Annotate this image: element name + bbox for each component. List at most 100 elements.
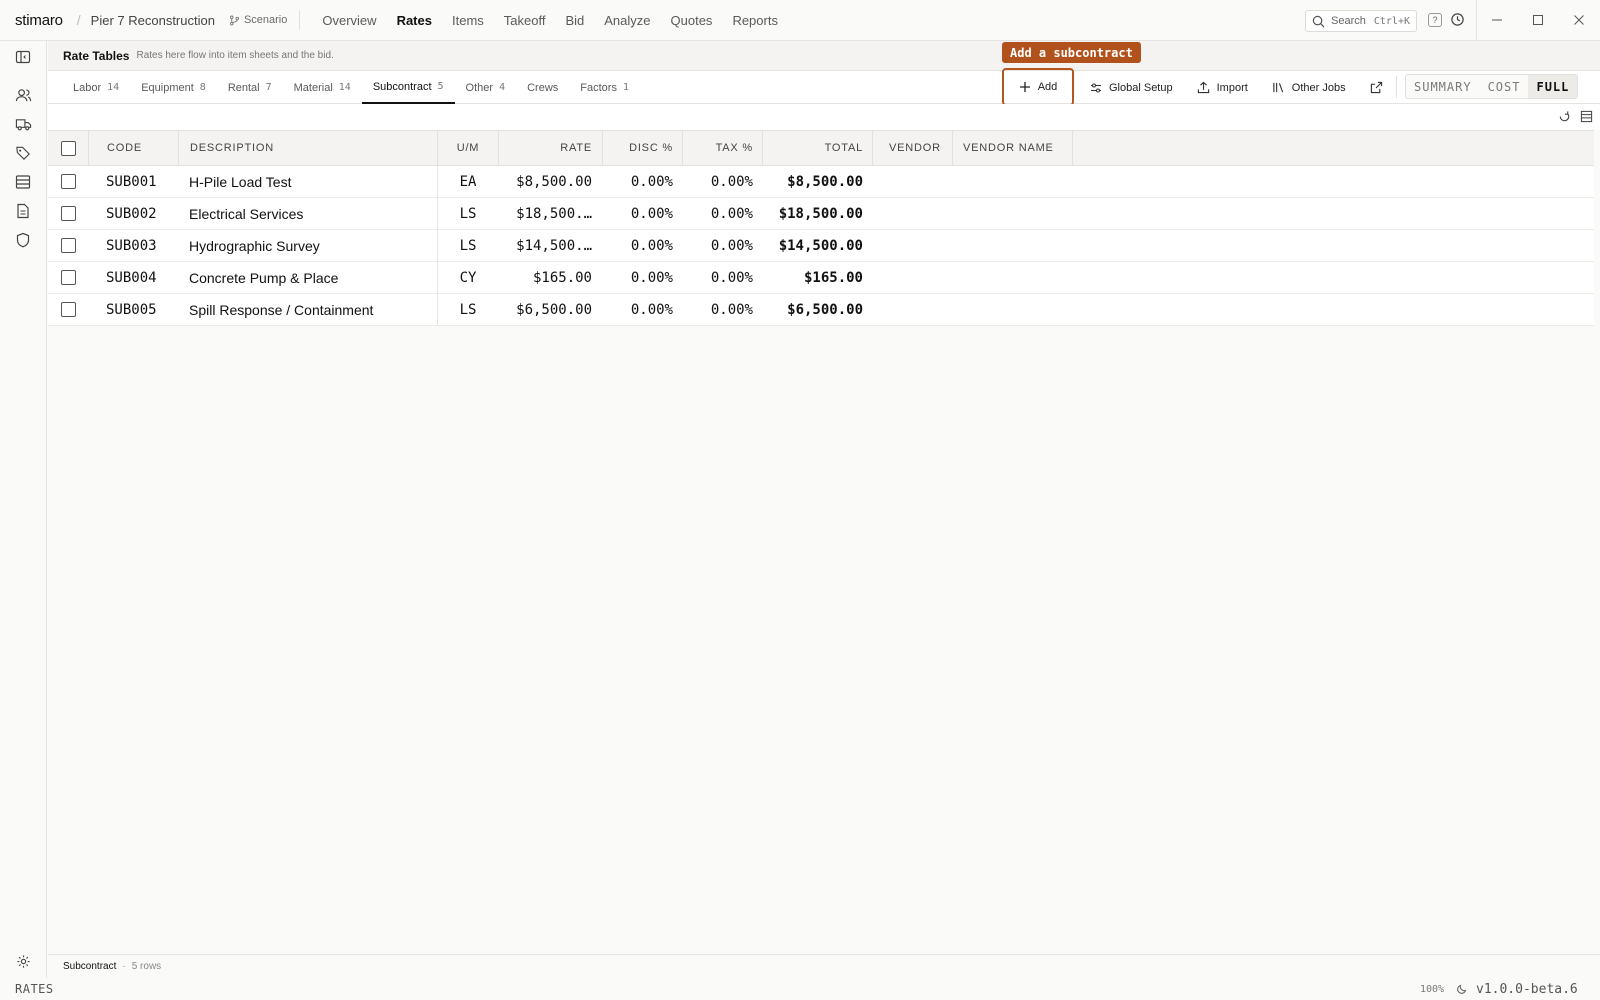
cell-vendor[interactable] <box>872 262 952 293</box>
cell-tax[interactable]: 0.00% <box>682 166 762 197</box>
col-vendor-name[interactable]: VENDOR NAME <box>952 131 1072 165</box>
brand-logo[interactable]: stimaro <box>15 12 63 29</box>
maximize-button[interactable] <box>1530 12 1546 28</box>
cell-description[interactable]: Spill Response / Containment <box>178 294 438 325</box>
tab-factors[interactable]: Factors 1 <box>569 71 640 104</box>
table-row[interactable]: SUB004 Concrete Pump & Place CY $165.00 … <box>48 262 1594 294</box>
rail-security[interactable] <box>14 231 32 249</box>
table-row[interactable]: SUB005 Spill Response / Containment LS $… <box>48 294 1594 326</box>
cell-um[interactable]: CY <box>438 262 498 293</box>
cell-tax[interactable]: 0.00% <box>682 198 762 229</box>
cell-um[interactable]: EA <box>438 166 498 197</box>
global-setup-button[interactable]: Global Setup <box>1078 71 1185 104</box>
columns-button[interactable] <box>1580 110 1593 128</box>
history-button[interactable] <box>1450 12 1465 32</box>
col-description[interactable]: DESCRIPTION <box>178 131 438 165</box>
cell-tax[interactable]: 0.00% <box>682 294 762 325</box>
cell-description[interactable]: Concrete Pump & Place <box>178 262 438 293</box>
col-tax[interactable]: TAX % <box>682 131 762 165</box>
cell-disc[interactable]: 0.00% <box>602 294 682 325</box>
search-box[interactable]: Search Ctrl+K <box>1305 10 1417 32</box>
view-cost[interactable]: COST <box>1480 75 1529 98</box>
cell-rate[interactable]: $8,500.00 <box>498 166 602 197</box>
close-button[interactable] <box>1571 12 1587 28</box>
cell-vendor-name[interactable] <box>952 166 1072 197</box>
theme-toggle[interactable] <box>1456 982 1468 1000</box>
table-row[interactable]: SUB001 H-Pile Load Test EA $8,500.00 0.0… <box>48 166 1594 198</box>
table-row[interactable]: SUB002 Electrical Services LS $18,500.… … <box>48 198 1594 230</box>
cell-code[interactable]: SUB001 <box>88 166 178 197</box>
zoom-level[interactable]: 100% <box>1420 984 1444 995</box>
rail-equipment[interactable] <box>14 115 32 133</box>
rail-documents[interactable] <box>14 202 32 220</box>
nav-takeoff[interactable]: Takeoff <box>494 0 556 41</box>
tab-equipment[interactable]: Equipment 8 <box>130 71 217 104</box>
nav-bid[interactable]: Bid <box>555 0 594 41</box>
table-row[interactable]: SUB003 Hydrographic Survey LS $14,500.… … <box>48 230 1594 262</box>
cell-disc[interactable]: 0.00% <box>602 198 682 229</box>
cell-vendor-name[interactable] <box>952 198 1072 229</box>
import-button[interactable]: Import <box>1185 71 1260 104</box>
cell-vendor-name[interactable] <box>952 230 1072 261</box>
cell-code[interactable]: SUB005 <box>88 294 178 325</box>
refresh-button[interactable] <box>1558 110 1571 128</box>
nav-overview[interactable]: Overview <box>312 0 386 41</box>
row-checkbox[interactable] <box>60 174 76 189</box>
cell-rate[interactable]: $165.00 <box>498 262 602 293</box>
other-jobs-button[interactable]: Other Jobs <box>1260 71 1358 104</box>
cell-vendor-name[interactable] <box>952 262 1072 293</box>
cell-rate[interactable]: $6,500.00 <box>498 294 602 325</box>
rail-material[interactable] <box>14 144 32 162</box>
tab-labor[interactable]: Labor 14 <box>62 71 130 104</box>
cell-disc[interactable]: 0.00% <box>602 230 682 261</box>
cell-description[interactable]: Electrical Services <box>178 198 438 229</box>
cell-vendor[interactable] <box>872 294 952 325</box>
cell-vendor-name[interactable] <box>952 294 1072 325</box>
tab-subcontract[interactable]: Subcontract 5 <box>361 71 455 104</box>
row-checkbox[interactable] <box>60 206 76 221</box>
col-code[interactable]: CODE <box>88 131 178 165</box>
rail-rates[interactable] <box>14 173 32 191</box>
cell-description[interactable]: Hydrographic Survey <box>178 230 438 261</box>
nav-reports[interactable]: Reports <box>722 0 788 41</box>
row-checkbox[interactable] <box>60 302 76 317</box>
help-button[interactable]: ? <box>1428 13 1442 27</box>
cell-tax[interactable]: 0.00% <box>682 262 762 293</box>
cell-rate[interactable]: $14,500.… <box>498 230 602 261</box>
view-summary[interactable]: SUMMARY <box>1406 75 1480 98</box>
cell-code[interactable]: SUB003 <box>88 230 178 261</box>
tab-crews[interactable]: Crews <box>516 71 569 104</box>
cell-vendor[interactable] <box>872 166 952 197</box>
select-all-checkbox[interactable] <box>60 140 76 156</box>
cell-um[interactable]: LS <box>438 230 498 261</box>
cell-um[interactable]: LS <box>438 294 498 325</box>
tab-material[interactable]: Material 14 <box>283 71 362 104</box>
col-vendor[interactable]: VENDOR <box>872 131 952 165</box>
cell-code[interactable]: SUB004 <box>88 262 178 293</box>
nav-analyze[interactable]: Analyze <box>594 0 660 41</box>
nav-items[interactable]: Items <box>442 0 494 41</box>
cell-tax[interactable]: 0.00% <box>682 230 762 261</box>
cell-description[interactable]: H-Pile Load Test <box>178 166 438 197</box>
cell-disc[interactable]: 0.00% <box>602 262 682 293</box>
cell-disc[interactable]: 0.00% <box>602 166 682 197</box>
sidebar-toggle-button[interactable] <box>14 48 32 66</box>
minimize-button[interactable] <box>1489 12 1505 28</box>
nav-quotes[interactable]: Quotes <box>661 0 723 41</box>
cell-um[interactable]: LS <box>438 198 498 229</box>
settings-button[interactable] <box>14 952 32 970</box>
scenario-selector[interactable]: Scenario <box>229 14 287 26</box>
tab-rental[interactable]: Rental 7 <box>217 71 283 104</box>
project-name[interactable]: Pier 7 Reconstruction <box>91 13 215 28</box>
row-checkbox[interactable] <box>60 238 76 253</box>
col-disc[interactable]: DISC % <box>602 131 682 165</box>
add-button[interactable]: Add <box>1002 68 1074 106</box>
cell-rate[interactable]: $18,500.… <box>498 198 602 229</box>
nav-rates[interactable]: Rates <box>387 0 442 41</box>
view-full[interactable]: FULL <box>1528 75 1578 98</box>
cell-vendor[interactable] <box>872 198 952 229</box>
row-checkbox[interactable] <box>60 270 76 285</box>
col-total[interactable]: TOTAL <box>762 131 872 165</box>
cell-vendor[interactable] <box>872 230 952 261</box>
col-um[interactable]: U/M <box>438 131 498 165</box>
